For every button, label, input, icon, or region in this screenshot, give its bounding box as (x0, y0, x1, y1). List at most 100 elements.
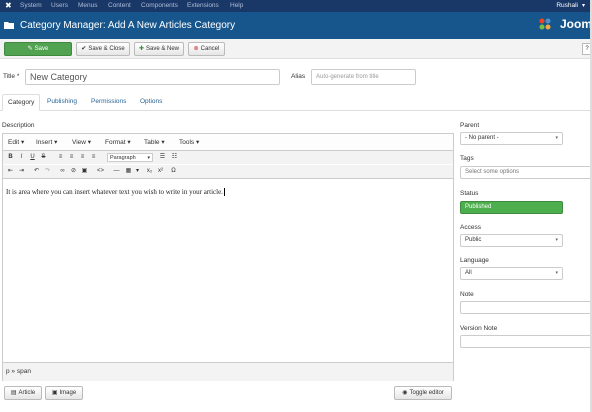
save-close-button[interactable]: ✔ Save & Close (76, 42, 130, 56)
tab-category[interactable]: Category (2, 94, 41, 111)
save-new-label: Save & New (146, 46, 180, 52)
language-select[interactable]: All ▾ (460, 267, 563, 280)
undo-icon[interactable]: ↶ (32, 167, 41, 176)
italic-icon[interactable]: I (17, 153, 26, 162)
align-center-icon[interactable]: ≡ (67, 153, 76, 162)
menu-components[interactable]: Components (141, 2, 178, 10)
horizontal-rule-icon[interactable]: — (112, 167, 121, 176)
description-label: Description (2, 122, 35, 129)
alias-label: Alias (291, 73, 306, 80)
toggle-editor-label: Toggle editor (409, 390, 444, 396)
page-header: Category Manager: Add A New Articles Cat… (0, 12, 592, 39)
save-close-label: Save & Close (88, 46, 125, 52)
parent-select[interactable]: - No parent - ▾ (460, 132, 563, 145)
menu-extensions[interactable]: Extensions (187, 2, 219, 10)
note-label: Note (460, 291, 474, 298)
save-new-button[interactable]: ✚ Save & New (134, 42, 184, 56)
indent-icon[interactable]: ⇥ (17, 167, 26, 176)
align-right-icon[interactable]: ≡ (78, 153, 87, 162)
parent-label: Parent (460, 122, 480, 129)
menu-help[interactable]: Help (230, 2, 243, 10)
format-select[interactable]: Paragraph ▾ (107, 153, 153, 162)
language-label: Language (460, 257, 489, 264)
editor-statusbar: p » span (3, 362, 453, 381)
special-char-icon[interactable]: Ω (169, 167, 178, 176)
joomla-logo-icon[interactable]: ✖ (5, 2, 13, 10)
title-input[interactable]: New Category (25, 69, 280, 85)
table-icon[interactable]: ▦ (124, 167, 133, 176)
rich-text-editor: Edit ▾ Insert ▾ View ▾ Format ▾ Table ▾ … (2, 133, 454, 381)
bullet-list-icon[interactable]: ☰ (158, 153, 167, 162)
picture-icon: ▣ (51, 390, 58, 396)
joomla-brand-icon (539, 18, 551, 30)
chevron-down-icon: ▾ (555, 237, 558, 243)
editor-menu-view[interactable]: View ▾ (72, 138, 91, 147)
page-title: Category Manager: Add A New Articles Cat… (20, 20, 236, 31)
editor-menu-insert[interactable]: Insert ▾ (36, 138, 57, 147)
top-menubar: ✖ System Users Menus Content Components … (0, 0, 592, 12)
superscript-icon[interactable]: x² (156, 167, 165, 176)
action-toolbar: ✎ Save ✔ Save & Close ✚ Save & New ⊗ Can… (0, 39, 592, 59)
menu-content[interactable]: Content (108, 2, 131, 10)
tags-input[interactable]: Select some options (460, 166, 592, 179)
bold-icon[interactable]: B (6, 153, 15, 162)
access-select[interactable]: Public ▾ (460, 234, 563, 247)
note-input[interactable] (460, 301, 592, 314)
align-left-icon[interactable]: ≡ (56, 153, 65, 162)
image-button[interactable]: ▣ Image (45, 386, 83, 400)
tab-options[interactable]: Options (135, 94, 167, 111)
eye-icon: ◉ (402, 390, 408, 396)
save-label: Save (34, 46, 49, 52)
tab-permissions[interactable]: Permissions (86, 94, 131, 111)
outdent-icon[interactable]: ⇤ (6, 167, 15, 176)
brand-text: Joom (559, 17, 592, 31)
version-note-label: Version Note (460, 325, 498, 332)
toggle-editor-button[interactable]: ◉ Toggle editor (394, 386, 452, 400)
table-caret-icon[interactable]: ▾ (133, 167, 142, 176)
image-icon[interactable]: ▣ (80, 167, 89, 176)
alias-input[interactable]: Auto-generate from title (311, 69, 416, 85)
strikethrough-icon[interactable]: S (39, 153, 48, 162)
plus-icon: ✚ (138, 46, 144, 52)
menu-system[interactable]: System (20, 2, 42, 10)
status-select[interactable]: Published (460, 201, 563, 214)
menu-users[interactable]: Users (51, 2, 68, 10)
user-menu[interactable]: Rushali (556, 2, 578, 10)
editor-toolbar-row-1: B I U S ≡ ≡ ≡ ≡ Paragraph ▾ ☰ ☷ (3, 151, 453, 164)
image-label: Image (59, 390, 77, 396)
code-icon[interactable]: <> (96, 167, 105, 176)
redo-icon[interactable]: ↷ (43, 167, 52, 176)
editor-menu-tools[interactable]: Tools ▾ (179, 138, 199, 147)
chevron-down-icon: ▾ (555, 270, 558, 276)
status-label: Status (460, 190, 479, 197)
unlink-icon[interactable]: ⊘ (69, 167, 78, 176)
editor-menu-format[interactable]: Format ▾ (105, 138, 131, 147)
version-note-input[interactable] (460, 335, 592, 348)
cancel-label: Cancel (200, 46, 220, 52)
article-label: Article (18, 390, 36, 396)
save-icon: ✎ (27, 46, 33, 52)
chevron-down-icon: ▾ (555, 135, 558, 141)
folder-icon (4, 22, 14, 29)
numbered-list-icon[interactable]: ☷ (170, 153, 179, 162)
cancel-icon: ⊗ (193, 46, 199, 52)
file-icon: ▤ (10, 390, 17, 396)
tab-publishing[interactable]: Publishing (42, 94, 82, 111)
editor-menubar: Edit ▾ Insert ▾ View ▾ Format ▾ Table ▾ … (3, 134, 453, 151)
check-icon: ✔ (81, 46, 87, 52)
cancel-button[interactable]: ⊗ Cancel (188, 42, 225, 56)
underline-icon[interactable]: U (28, 153, 37, 162)
editor-menu-edit[interactable]: Edit ▾ (8, 138, 24, 147)
editor-menu-table[interactable]: Table ▾ (144, 138, 165, 147)
editor-content[interactable]: It is area where you can insert whatever… (6, 188, 225, 196)
title-label: Title * (3, 73, 20, 80)
link-icon[interactable]: ∞ (58, 167, 67, 176)
article-button[interactable]: ▤ Article (4, 386, 42, 400)
access-label: Access (460, 224, 481, 231)
user-caret-icon[interactable]: ▾ (582, 2, 585, 10)
save-button[interactable]: ✎ Save (4, 42, 72, 56)
align-justify-icon[interactable]: ≡ (89, 153, 98, 162)
subscript-icon[interactable]: x₂ (145, 167, 154, 176)
tab-bar: Category Publishing Permissions Options (0, 93, 592, 111)
menu-menus[interactable]: Menus (78, 2, 98, 10)
